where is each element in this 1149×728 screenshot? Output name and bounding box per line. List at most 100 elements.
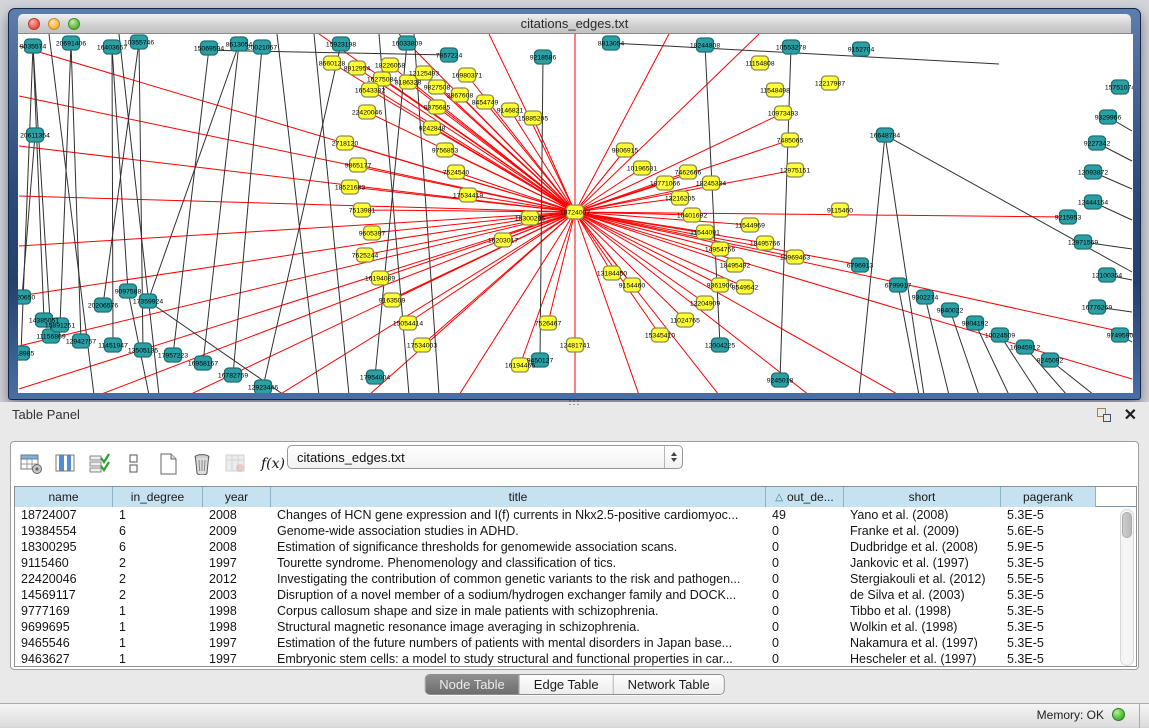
cell-year: 2008 (203, 507, 271, 523)
table-row[interactable]: 977716911998Corpus callosum shape and si… (15, 603, 1136, 619)
cell-name: 9463627 (15, 651, 113, 667)
table-select-dropdown[interactable]: citations_edges.txt (287, 445, 683, 469)
table-row[interactable]: 911546021997Tourette syndrome. Phenomeno… (15, 555, 1136, 571)
column-header-year[interactable]: year (203, 487, 271, 507)
memory-ok-led-icon[interactable] (1112, 708, 1125, 721)
network-canvas[interactable]: 9035574206914061640365710355746150695948… (18, 34, 1133, 393)
cell-in_degree: 1 (113, 635, 203, 651)
cell-pagerank: 5.3E-5 (1001, 587, 1096, 603)
table-row[interactable]: 1872400712008Changes of HCN gene express… (15, 507, 1136, 523)
graph-node-label: 12125493 (409, 70, 439, 77)
show-columns-icon[interactable] (53, 452, 79, 476)
cell-in_degree: 2 (113, 587, 203, 603)
graph-node-label: 10553278 (776, 44, 806, 51)
graph-node-label: 7526467 (535, 320, 562, 327)
cell-year: 1998 (203, 619, 271, 635)
cell-year: 2009 (203, 523, 271, 539)
import-table-icon (223, 452, 249, 476)
dropdown-stepper-icon[interactable] (664, 446, 682, 468)
graph-node-label: 8912954 (344, 65, 371, 72)
graph-node-label: 13184450 (597, 270, 627, 277)
graph-node-label: 16543382 (355, 87, 385, 94)
graph-node-label: 9450127 (527, 357, 554, 364)
column-header-name[interactable]: name (15, 487, 113, 507)
column-header-pagerank[interactable]: pagerank (1001, 487, 1096, 507)
graph-node-label: 11544969 (735, 222, 765, 229)
table-header-row: namein_degreeyeartitle△out_de...shortpag… (15, 487, 1136, 507)
graph-node-label: 11156869 (36, 333, 65, 340)
graph-node-label: 9827508 (424, 84, 451, 91)
graph-node-label: 16648784 (870, 132, 900, 139)
cell-name: 9465546 (15, 635, 113, 651)
scrollbar-thumb[interactable] (1122, 512, 1132, 538)
row-height-icon[interactable] (121, 452, 147, 476)
cell-short: Tibbo et al. (1998) (844, 603, 1001, 619)
graph-node-label: 9215953 (1055, 214, 1082, 221)
graph-node-label: 12481741 (560, 342, 590, 349)
column-header-out_de[interactable]: △out_de... (766, 487, 844, 507)
table-row[interactable]: 2242004622012Investigating the contribut… (15, 571, 1136, 587)
cell-in_degree: 6 (113, 523, 203, 539)
graph-node-label: 10969463 (780, 254, 810, 261)
graph-node-label: 2867608 (447, 92, 474, 99)
table-toolbar: f(x) (19, 448, 295, 480)
network-view-window: citations_edges.txt 90355742069140616403… (8, 8, 1141, 400)
graph-node-label: 13505135 (128, 347, 158, 354)
column-header-in_degree[interactable]: in_degree (113, 487, 203, 507)
graph-node-label: 10355746 (124, 39, 154, 46)
panel-title: Table Panel (12, 407, 80, 422)
cell-name: 9115460 (15, 555, 113, 571)
cell-pagerank: 5.3E-5 (1001, 619, 1096, 635)
tab-edge-table[interactable]: Edge Table (520, 675, 614, 694)
cell-title: Tourette syndrome. Phenomenology and cla… (271, 555, 766, 571)
cell-pagerank: 5.5E-5 (1001, 571, 1096, 587)
column-header-title[interactable]: title (271, 487, 766, 507)
cell-out_de: 0 (766, 539, 844, 555)
graph-node-label: 2620650 (18, 294, 35, 301)
float-panel-icon[interactable] (1097, 408, 1111, 422)
table-row[interactable]: 1456911722003Disruption of a novel membe… (15, 587, 1136, 603)
cell-year: 2008 (203, 539, 271, 555)
cell-pagerank: 5.3E-5 (1001, 635, 1096, 651)
graph-node-label: 18724007 (560, 209, 590, 216)
cell-out_de: 0 (766, 635, 844, 651)
graph-node-label: 14954756 (705, 246, 735, 253)
graph-node-label: 6796913 (847, 262, 874, 269)
table-row[interactable]: 946554611997Estimation of the future num… (15, 635, 1136, 651)
table-row[interactable]: 946362711997Embryonic stem cells: a mode… (15, 651, 1136, 667)
graph-node-label: 9154460 (619, 282, 646, 289)
cell-short: de Silva et al. (2003) (844, 587, 1001, 603)
graph-node-label: 8549542 (732, 284, 759, 291)
table-row[interactable]: 1830029562008Estimation of significance … (15, 539, 1136, 555)
cell-short: Jankovic et al. (1997) (844, 555, 1001, 571)
close-panel-icon[interactable]: ✕ (1124, 405, 1137, 425)
cell-in_degree: 2 (113, 555, 203, 571)
delete-table-icon[interactable] (189, 452, 215, 476)
table-settings-icon[interactable] (19, 452, 45, 476)
cell-name: 18724007 (15, 507, 113, 523)
tab-network-table[interactable]: Network Table (614, 675, 724, 694)
column-header-short[interactable]: short (844, 487, 1001, 507)
cell-short: Nakamura et al. (1997) (844, 635, 1001, 651)
table-row[interactable]: 969969511998Structural magnetic resonanc… (15, 619, 1136, 635)
vertical-scrollbar[interactable] (1120, 509, 1134, 666)
graph-node-label: 12204909 (690, 300, 720, 307)
graph-node-label: 20206576 (88, 302, 118, 309)
cell-pagerank: 5.3E-5 (1001, 603, 1096, 619)
select-rows-icon[interactable] (87, 452, 113, 476)
graph-node-label: 17954004 (360, 374, 390, 381)
graph-node-label: 20691406 (56, 40, 86, 47)
table-row[interactable]: 1938455462009Genome-wide association stu… (15, 523, 1136, 539)
graph-node-label: 9242848 (419, 125, 446, 132)
tab-node-table[interactable]: Node Table (425, 675, 520, 694)
graph-node-label: 8813054 (598, 40, 625, 47)
graph-node-label: 12100354 (1092, 272, 1122, 279)
graph-node-label: 9035574 (20, 43, 47, 50)
window-titlebar[interactable]: citations_edges.txt (18, 14, 1131, 34)
new-table-icon[interactable] (155, 452, 181, 476)
cell-name: 22420046 (15, 571, 113, 587)
cell-in_degree: 1 (113, 507, 203, 523)
graph-node-label: 10196531 (627, 165, 657, 172)
cell-out_de: 0 (766, 555, 844, 571)
function-builder-icon[interactable]: f(x) (261, 456, 285, 472)
